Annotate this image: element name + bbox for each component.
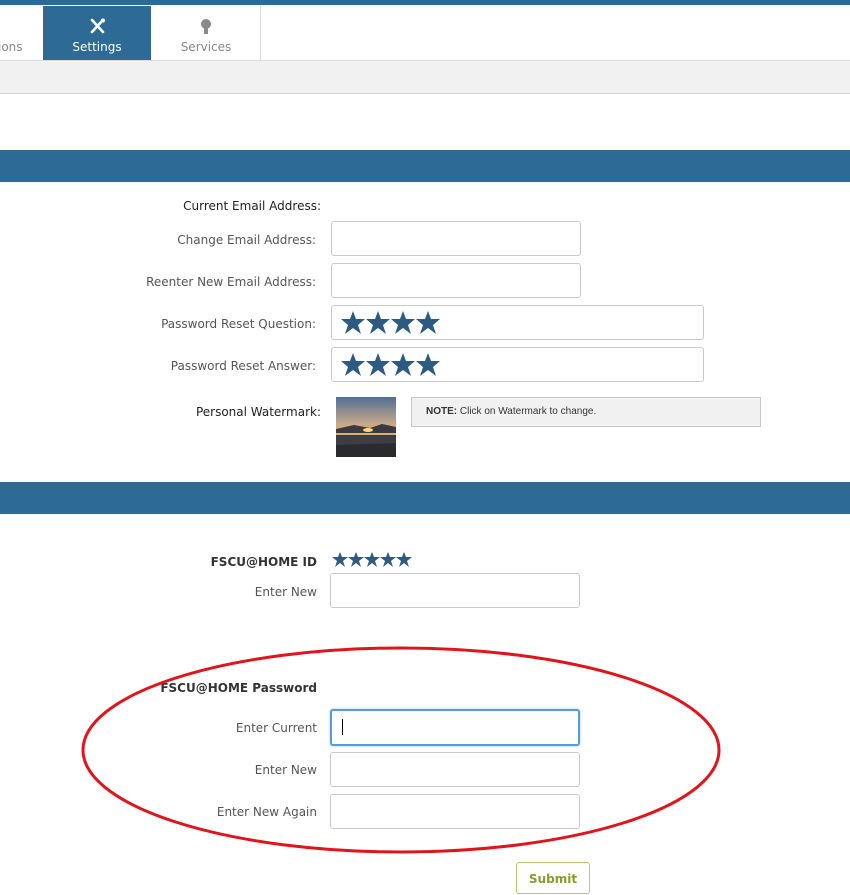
watermark-note: NOTE: Click on Watermark to change. xyxy=(411,397,761,427)
tab-options[interactable]: ions xyxy=(0,6,42,60)
tab-settings[interactable]: Settings xyxy=(43,6,151,61)
masked-id-stars xyxy=(332,552,412,567)
masked-value-stars xyxy=(341,311,440,334)
text-caret xyxy=(342,719,343,735)
lightbulb-icon xyxy=(201,19,211,34)
reset-answer-label: Password Reset Answer: xyxy=(170,359,316,373)
enter-new-password-input[interactable] xyxy=(330,752,580,787)
reset-answer-input[interactable] xyxy=(331,347,704,382)
tools-icon xyxy=(90,18,105,34)
reenter-email-label: Reenter New Email Address: xyxy=(146,275,316,289)
reset-question-label: Password Reset Question: xyxy=(161,317,316,331)
section-header-credentials xyxy=(0,482,850,514)
enter-new-again-input[interactable] xyxy=(330,794,580,829)
enter-current-password-input[interactable] xyxy=(330,709,580,746)
watermark-label: Personal Watermark: xyxy=(195,405,321,419)
submit-button[interactable]: Submit xyxy=(516,862,590,894)
reenter-email-input[interactable] xyxy=(331,263,581,298)
tab-services[interactable]: Services xyxy=(152,6,261,60)
tab-settings-label: Settings xyxy=(72,40,122,54)
reset-question-input[interactable] xyxy=(331,305,704,340)
tab-options-label: ions xyxy=(0,40,23,54)
id-enter-new-label: Enter New xyxy=(254,585,317,599)
enter-new-again-label: Enter New Again xyxy=(216,805,317,819)
change-email-input[interactable] xyxy=(331,221,581,256)
tab-services-label: Services xyxy=(180,40,232,54)
change-email-label: Change Email Address: xyxy=(177,233,316,247)
main-nav: ions Settings Services xyxy=(0,5,850,61)
fscu-id-label: FSCU@HOME ID xyxy=(210,555,317,569)
section-header-profile xyxy=(0,150,850,182)
note-bold: NOTE: xyxy=(426,406,458,417)
masked-value-stars xyxy=(341,353,440,376)
sub-toolbar xyxy=(0,60,850,94)
enter-new-label: Enter New xyxy=(254,763,317,777)
enter-current-label: Enter Current xyxy=(235,721,317,735)
id-enter-new-input[interactable] xyxy=(330,573,580,608)
watermark-thumbnail[interactable] xyxy=(336,397,396,457)
fscu-password-label: FSCU@HOME Password xyxy=(160,681,317,695)
note-text: Click on Watermark to change. xyxy=(457,406,597,417)
current-email-label: Current Email Address: xyxy=(183,199,321,213)
